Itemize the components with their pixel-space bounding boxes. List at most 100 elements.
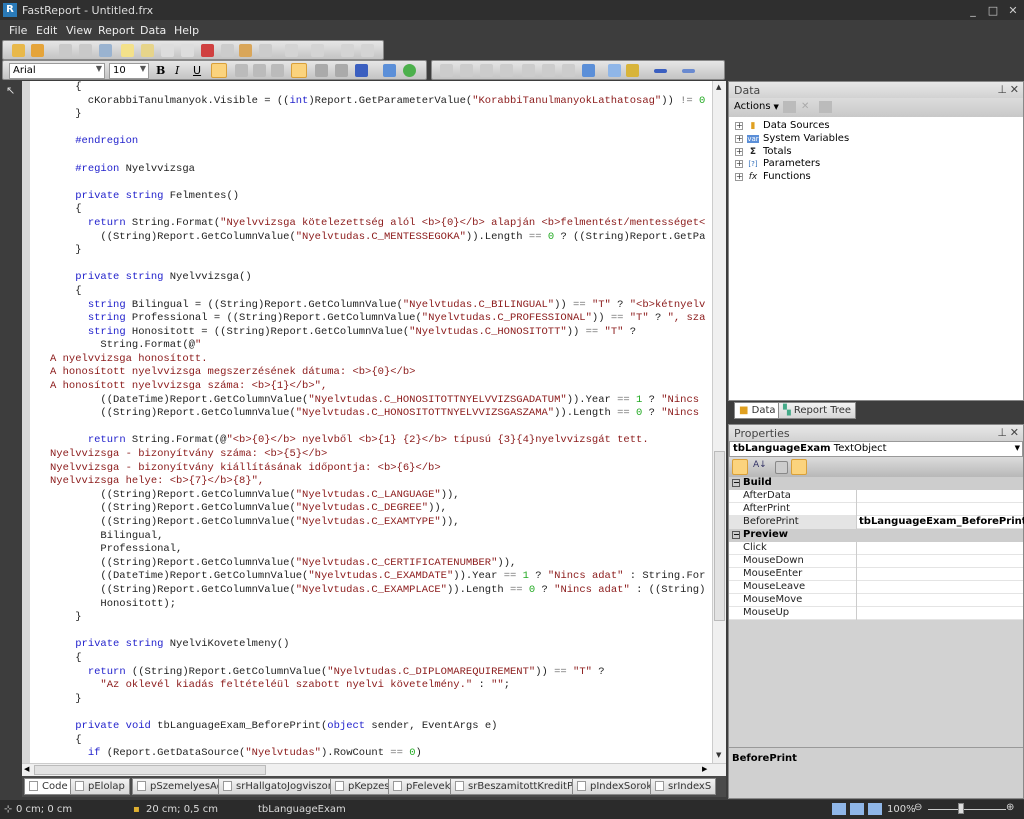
property-value[interactable] — [857, 503, 1023, 515]
font-name-combo[interactable]: Arial ▼ — [9, 63, 105, 79]
property-value[interactable] — [857, 555, 1023, 567]
border-right-icon[interactable] — [500, 64, 513, 77]
property-value[interactable] — [857, 594, 1023, 606]
refresh-icon[interactable] — [403, 64, 416, 77]
property-row[interactable]: MouseEnter — [729, 568, 1023, 581]
sort-alpha-icon[interactable]: A↓ — [753, 460, 767, 470]
menu-data[interactable]: Data — [140, 24, 166, 37]
property-row[interactable]: BeforePrint tbLanguageExam_BeforePrint — [729, 516, 1024, 529]
border-none-icon[interactable] — [542, 64, 555, 77]
expand-icon[interactable]: + — [735, 147, 743, 156]
expand-icon[interactable]: + — [735, 134, 743, 143]
pin-icon[interactable]: ⊥ — [997, 426, 1007, 439]
zoom-in-icon[interactable]: ⊕ — [1006, 802, 1014, 813]
data-tree-item[interactable]: + var System Variables — [735, 133, 849, 144]
scroll-left-icon[interactable]: ◀ — [24, 765, 29, 773]
page-tab[interactable]: Code — [24, 778, 73, 795]
highlight-icon[interactable] — [383, 64, 396, 77]
actions-menu[interactable]: Actions — [734, 101, 771, 112]
zoom-slider-thumb[interactable] — [958, 803, 965, 814]
menu-help[interactable]: Help — [174, 24, 199, 37]
align-left-icon[interactable] — [211, 63, 227, 78]
font-color-icon[interactable] — [355, 64, 368, 77]
fit-page-icon[interactable] — [832, 803, 846, 815]
page-tab[interactable]: srIndexS — [650, 778, 717, 795]
page-tab[interactable]: srHallgatoJogviszony — [218, 778, 345, 795]
menu-edit[interactable]: Edit — [36, 24, 57, 37]
paste-icon[interactable] — [239, 44, 252, 57]
tab-report-tree[interactable]: ▚ Report Tree — [778, 402, 857, 419]
bold-button[interactable]: B — [156, 64, 165, 77]
menu-file[interactable]: File — [9, 24, 27, 37]
properties-view-icon[interactable] — [775, 461, 788, 474]
align-center-icon[interactable] — [235, 64, 248, 77]
underline-button[interactable]: U — [193, 64, 201, 77]
property-row[interactable]: MouseMove — [729, 594, 1023, 607]
tab-data[interactable]: ■ Data — [734, 402, 781, 419]
border-left-icon[interactable] — [480, 64, 493, 77]
page-setup-icon[interactable] — [181, 44, 194, 57]
valign-center-icon[interactable] — [315, 64, 328, 77]
property-value[interactable] — [857, 568, 1023, 580]
undo-icon[interactable] — [285, 44, 298, 57]
collapse-icon[interactable]: − — [732, 479, 740, 487]
edit-icon[interactable] — [783, 101, 796, 113]
close-button[interactable]: ✕ — [1006, 4, 1020, 17]
fill-style-icon[interactable] — [608, 64, 621, 77]
data-tree-item[interactable]: + [?] Parameters — [735, 158, 820, 169]
property-value[interactable] — [857, 607, 1023, 619]
property-row[interactable]: Click — [729, 542, 1023, 555]
border-all-icon[interactable] — [522, 64, 535, 77]
format-painter-icon[interactable] — [259, 44, 272, 57]
pin-icon[interactable]: ⊥ — [997, 83, 1007, 96]
property-row[interactable]: AfterPrint — [729, 503, 1023, 516]
redo-icon[interactable] — [311, 44, 324, 57]
data-tree-item[interactable]: + Σ Totals — [735, 146, 792, 157]
open-icon[interactable] — [31, 44, 44, 57]
ungroup-icon[interactable] — [361, 44, 374, 57]
events-icon[interactable] — [791, 459, 807, 475]
page-tab[interactable]: pElolap — [70, 778, 130, 795]
property-value[interactable] — [857, 542, 1023, 554]
minimize-button[interactable]: _ — [966, 4, 980, 17]
close-panel-icon[interactable]: ✕ — [1010, 426, 1019, 439]
save-icon[interactable] — [59, 44, 72, 57]
line-width-icon[interactable] — [654, 69, 667, 73]
copy-icon[interactable] — [221, 44, 234, 57]
fill-color-icon[interactable] — [582, 64, 595, 77]
property-value[interactable] — [857, 490, 1023, 502]
zoom-slider[interactable] — [928, 809, 1006, 810]
font-size-combo[interactable]: 10 ▼ — [109, 63, 149, 79]
scroll-down-icon[interactable]: ▼ — [716, 751, 721, 759]
property-value[interactable] — [857, 581, 1023, 593]
new-page-icon[interactable] — [121, 44, 134, 57]
collapse-icon[interactable]: − — [732, 531, 740, 539]
property-value[interactable]: tbLanguageExam_BeforePrint — [857, 516, 1024, 528]
line-color-icon[interactable] — [626, 64, 639, 77]
group-icon[interactable] — [341, 44, 354, 57]
pointer-tool-icon[interactable]: ↖ — [6, 84, 15, 97]
expand-icon[interactable]: + — [735, 160, 743, 169]
property-row[interactable]: AfterData — [729, 490, 1023, 503]
align-right-icon[interactable] — [253, 64, 266, 77]
menu-report[interactable]: Report — [98, 24, 134, 37]
property-category[interactable]: − Preview — [729, 529, 1023, 542]
justify-icon[interactable] — [271, 64, 284, 77]
code-text[interactable]: { cKorabbiTanulmanyok.Visible = ((int)Re… — [50, 81, 712, 761]
menu-view[interactable]: View — [66, 24, 92, 37]
expand-icon[interactable]: + — [735, 173, 743, 182]
shadow-icon[interactable] — [562, 64, 575, 77]
property-row[interactable]: MouseUp — [729, 607, 1023, 620]
horizontal-scroll-thumb[interactable] — [34, 765, 266, 775]
zoom-out-icon[interactable]: ⊖ — [914, 802, 922, 813]
page-tab[interactable]: pIndexSorok — [572, 778, 658, 795]
border-bottom-icon[interactable] — [460, 64, 473, 77]
valign-bottom-icon[interactable] — [335, 64, 348, 77]
categorized-icon[interactable] — [732, 459, 748, 475]
whole-page-icon[interactable] — [850, 803, 864, 815]
page-width-icon[interactable] — [868, 803, 882, 815]
scroll-right-icon[interactable]: ▶ — [702, 765, 707, 773]
property-row[interactable]: MouseLeave — [729, 581, 1023, 594]
scroll-up-icon[interactable]: ▲ — [716, 83, 721, 91]
new-report-icon[interactable] — [12, 44, 25, 57]
